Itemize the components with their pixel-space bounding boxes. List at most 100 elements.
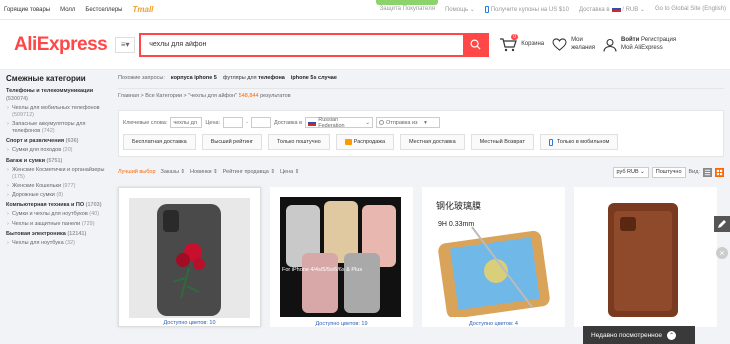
aliexpress-logo[interactable]: AliExpress <box>14 34 108 56</box>
product-image[interactable]: 钢化玻璃膜 9H 0.33mm <box>432 197 553 317</box>
product-card[interactable] <box>574 187 717 327</box>
register-link[interactable]: Регистрация <box>641 37 676 43</box>
sidebar-category[interactable]: Спорт и развлечения (636) <box>6 138 106 145</box>
buyer-protection-link[interactable]: Защита Покупателя <box>380 6 435 12</box>
grid-view-icon[interactable] <box>715 167 724 177</box>
sidebar-category[interactable]: Бытовая электроника (12141) <box>6 231 106 238</box>
sort-best-match[interactable]: Лучший выбор <box>118 169 156 175</box>
search-icon <box>470 39 481 50</box>
ship-to-select[interactable]: Russian Federation ⌄ <box>305 117 374 129</box>
image-caption: For iPhone 4/4s/5/5s/6/6s & Plus <box>282 267 363 273</box>
sidebar-subcategory[interactable]: Дорожные сумки (8) <box>6 192 106 199</box>
product-image[interactable]: For iPhone 4/4s/5/5s/6/6s & Plus <box>280 197 401 317</box>
login-link[interactable]: Войти <box>621 37 639 43</box>
sidebar-title: Смежные категории <box>6 74 86 83</box>
delivery-currency-menu[interactable]: Доставка в / RUB ⌄ <box>579 6 645 13</box>
colors-available: Доступно цветов: 4 <box>469 321 518 327</box>
header: AliExpress ≡▾ 0 Корзина Моижелания Войти… <box>0 20 730 70</box>
keywords-input[interactable]: чехлы дл <box>170 117 203 128</box>
related-query-2[interactable]: футляры для телефона <box>223 75 285 81</box>
sidebar-category[interactable]: Телефоны и телекоммуникации (530074) <box>6 88 106 102</box>
local-return-filter[interactable]: Местный Возврат <box>470 134 534 150</box>
colors-available: Доступно цветов: 10 <box>163 320 216 326</box>
top-rated-filter[interactable]: Высший рейтинг <box>201 134 262 150</box>
cart-label: Корзина <box>521 40 545 47</box>
sort-price[interactable]: Цена ⇕ <box>280 169 299 175</box>
phone-icon <box>484 5 489 13</box>
user-icon <box>603 38 617 52</box>
search-button[interactable] <box>463 33 488 56</box>
pencil-icon <box>718 220 726 228</box>
russia-flag-icon <box>308 119 317 126</box>
product-image[interactable] <box>129 198 250 318</box>
mobile-only-filter[interactable]: Только в мобильном <box>539 134 619 150</box>
product-grid: Доступно цветов: 10 For iPhone 4/4s/5/5s… <box>118 187 724 327</box>
local-delivery-filter[interactable]: Местная доставка <box>400 134 465 150</box>
list-view-icon[interactable] <box>703 167 712 177</box>
edit-tool-button[interactable] <box>714 216 730 232</box>
sort-newest[interactable]: Новинки ⇕ <box>190 169 218 175</box>
account-menu[interactable]: Войти Регистрация Мой AliExpress <box>603 37 676 52</box>
breadcrumb-path[interactable]: Главная > Все Категории > "чехлы для айф… <box>118 93 237 99</box>
sort-bar: Лучший выбор Заказы ⇕ Новинки ⇕ Рейтинг … <box>118 163 724 181</box>
sidebar-subcategory[interactable]: Сумки и чехлы для ноутбуков (40) <box>6 211 106 218</box>
related-categories-sidebar: Смежные категории Телефоны и телекоммуни… <box>0 70 112 327</box>
help-menu[interactable]: Помощь ⌄ <box>445 6 475 13</box>
categories-menu-button[interactable]: ≡▾ <box>115 36 136 53</box>
sidebar-subcategory[interactable]: Чехлы и защитные панели (729) <box>6 221 106 228</box>
search-bar <box>139 32 490 57</box>
phone-icon <box>548 138 553 146</box>
my-aliexpress-link[interactable]: Мой AliExpress <box>621 45 676 52</box>
product-card[interactable]: For iPhone 4/4s/5/5s/6/6s & Plus Доступн… <box>270 187 413 327</box>
sidebar-subcategory[interactable]: Женские Кошельки (977) <box>6 183 106 190</box>
colors-available: Доступно цветов: 19 <box>315 321 368 327</box>
product-image[interactable] <box>584 197 705 317</box>
cart-count-badge: 0 <box>511 34 519 40</box>
sidebar-subcategory[interactable]: Женские Косметички и органайзеры (175) <box>6 167 106 181</box>
promo-tab[interactable] <box>376 0 438 5</box>
recently-viewed-bar[interactable]: Недавно посмотренное ⌃ <box>583 326 695 344</box>
sale-filter[interactable]: Распродажа <box>335 134 395 150</box>
sale-icon <box>344 139 352 145</box>
price-max-input[interactable] <box>250 117 271 128</box>
sidebar-category[interactable]: Компьютерная техника и ПО (1703) <box>6 202 106 209</box>
close-icon[interactable]: × <box>716 247 728 259</box>
filters-panel: Ключевые слова: чехлы дл Цена: - Доставк… <box>118 110 724 157</box>
image-caption: 9H 0.33mm <box>438 221 475 228</box>
sort-orders[interactable]: Заказы ⇕ <box>161 169 186 175</box>
heart-icon <box>552 38 567 51</box>
sidebar-subcategory[interactable]: Запасные аккумуляторы для телефонов (742… <box>6 121 106 135</box>
global-site-link[interactable]: Go to Global Site (English) <box>655 6 726 12</box>
sort-seller-rating[interactable]: Рейтинг продавца ⇕ <box>223 169 275 175</box>
russia-flag-icon <box>611 6 621 13</box>
wishlist-button[interactable]: Мои желания <box>552 37 595 51</box>
product-card[interactable]: Доступно цветов: 10 <box>118 187 261 327</box>
free-shipping-filter[interactable]: Бесплатная доставка <box>123 134 196 150</box>
hot-deals-link[interactable]: Горящие товары <box>4 7 50 13</box>
chevron-up-icon: ⌃ <box>666 330 676 340</box>
related-query-1[interactable]: корпуса iphone 5 <box>171 75 217 81</box>
sidebar-subcategory[interactable]: Чехлы для ноутбука (32) <box>6 240 106 247</box>
price-min-input[interactable] <box>223 117 244 128</box>
product-card[interactable]: 钢化玻璃膜 9H 0.33mm Доступно цветов: 4 <box>422 187 565 327</box>
result-count: 548,844 <box>238 92 259 99</box>
per-piece-filter[interactable]: Только поштучно <box>268 134 330 150</box>
tmall-logo[interactable]: Tmall <box>133 5 154 14</box>
currency-select[interactable]: руб RUB ⌄ <box>612 166 649 178</box>
sidebar-subcategory[interactable]: Чехлы для мобильных телефонов (509712) <box>6 105 106 119</box>
radio-icon <box>379 120 385 125</box>
coupon-link[interactable]: Получите купоны на US $10 <box>484 5 569 13</box>
sidebar-category[interactable]: Багаж и сумки (5751) <box>6 158 106 165</box>
image-caption: 钢化玻璃膜 <box>436 201 482 211</box>
related-searches: Похожие запросы: корпуса iphone 5 футляр… <box>118 75 337 81</box>
top-bar: Горящие товары Молл Бестселлеры Tmall За… <box>0 0 730 20</box>
sidebar-subcategory[interactable]: Сумки для походов (20) <box>6 147 106 154</box>
ship-from-select[interactable]: Отправка из ▾ <box>376 117 441 128</box>
search-input[interactable] <box>141 34 464 55</box>
per-piece-toggle[interactable]: Поштучно <box>651 166 686 178</box>
bestsellers-link[interactable]: Бестселлеры <box>85 7 122 13</box>
related-query-3[interactable]: iphone 5s случае <box>291 75 337 81</box>
cart-button[interactable]: 0 Корзина <box>499 34 545 52</box>
mall-link[interactable]: Молл <box>60 7 75 13</box>
breadcrumb: Главная > Все Категории > "чехлы для айф… <box>118 88 724 102</box>
